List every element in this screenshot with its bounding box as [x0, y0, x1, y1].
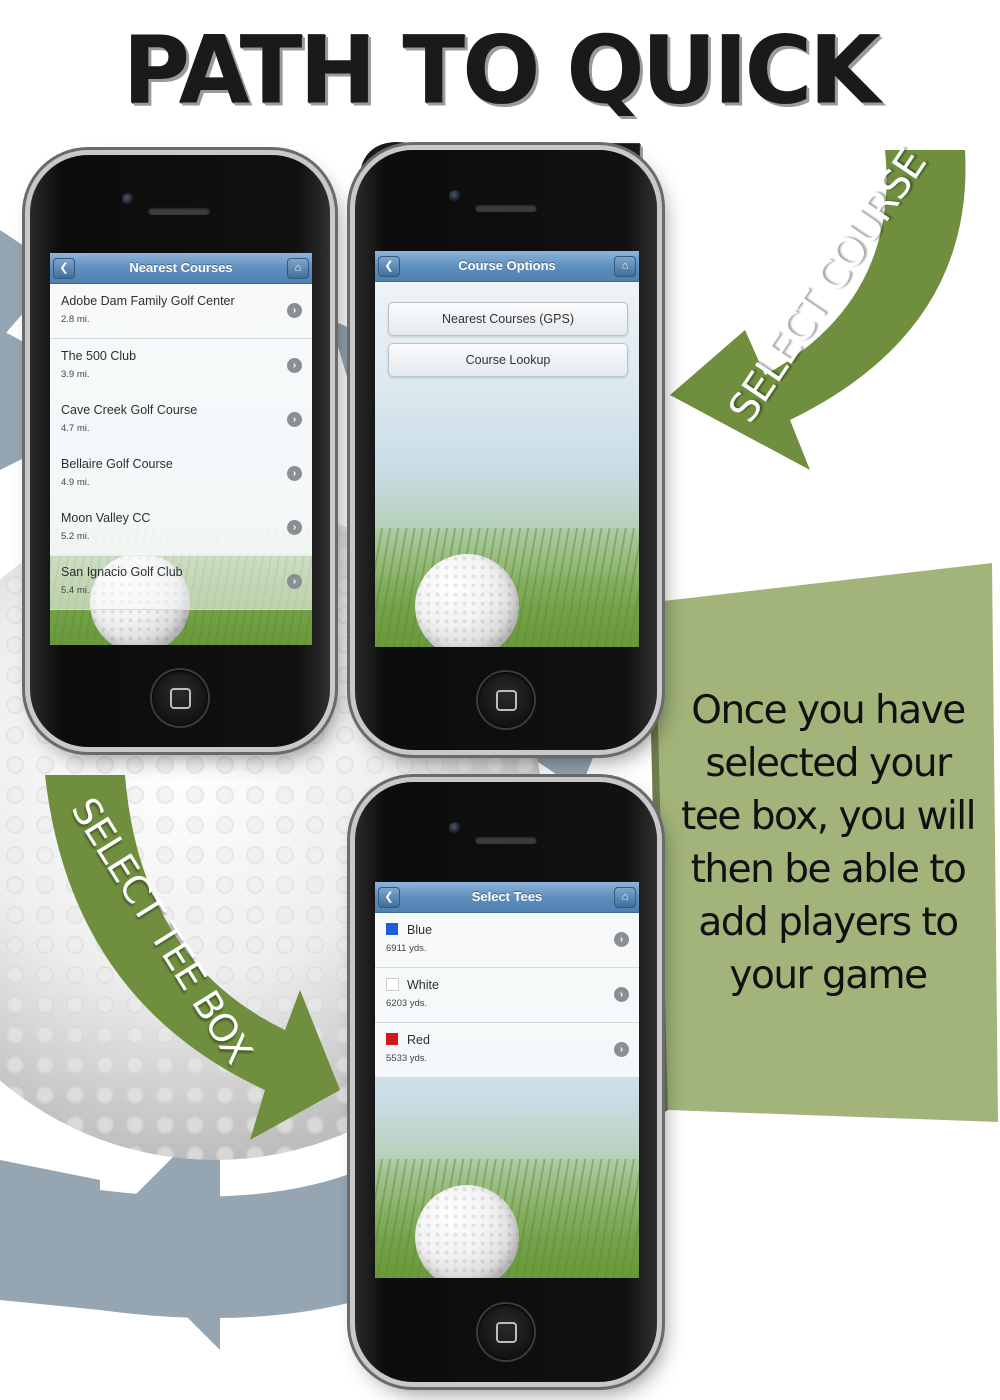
course-row[interactable]: Bellaire Golf Course 4.9 mi. › [50, 447, 312, 502]
home-icon[interactable]: ⌂ [614, 256, 636, 277]
tee-color-swatch [386, 978, 399, 991]
home-button[interactable] [152, 670, 208, 726]
tee-yardage: 6911 yds. [386, 943, 427, 954]
course-name: Cave Creek Golf Course [61, 403, 198, 417]
speaker-grille [475, 836, 537, 844]
callout-line: add players to [698, 900, 959, 945]
phone-nearest-courses: ❮ Nearest Courses ⌂ Adobe Dam Family Gol… [30, 155, 330, 747]
nearest-courses-gps-button[interactable]: Nearest Courses (GPS) [388, 302, 628, 336]
nav-title: Course Options [458, 258, 556, 273]
front-camera-icon [449, 190, 461, 202]
course-lookup-button[interactable]: Course Lookup [388, 343, 628, 377]
course-row[interactable]: Adobe Dam Family Golf Center 2.8 mi. › [50, 284, 312, 339]
nav-title: Select Tees [471, 889, 543, 904]
course-name: The 500 Club [61, 349, 137, 363]
home-icon[interactable]: ⌂ [614, 887, 636, 908]
screen-nearest-courses: ❮ Nearest Courses ⌂ Adobe Dam Family Gol… [50, 253, 312, 645]
course-distance: 5.4 mi. [61, 585, 90, 596]
screen-select-tees: ❮ Select Tees ⌂ Blue 6911 yds. › White 6… [375, 882, 639, 1278]
phone-course-options: ❮ Course Options ⌂ Nearest Courses (GPS)… [355, 150, 657, 750]
tee-color-swatch [386, 1033, 398, 1045]
nav-title: Nearest Courses [129, 260, 233, 275]
course-name: San Ignacio Golf Club [61, 565, 183, 579]
tee-yardage: 6203 yds. [386, 998, 428, 1009]
speaker-grille [148, 207, 210, 215]
phone-select-tees: ❮ Select Tees ⌂ Blue 6911 yds. › White 6… [355, 782, 657, 1382]
chevron-right-icon: › [287, 412, 302, 427]
chevron-right-icon: › [287, 574, 302, 589]
callout-line: tee box, you will [681, 794, 976, 839]
chevron-right-icon: › [614, 1042, 629, 1057]
callout-line: Once you have [691, 688, 966, 733]
tee-name: Blue [407, 923, 433, 937]
navbar: ❮ Nearest Courses ⌂ [50, 253, 312, 284]
course-distance: 4.9 mi. [61, 477, 90, 488]
tee-name: Red [407, 1033, 430, 1047]
chevron-right-icon: › [287, 466, 302, 481]
home-icon[interactable]: ⌂ [287, 258, 309, 279]
tee-color-swatch [386, 923, 398, 935]
bg-slate-arrow-bottom [0, 1160, 100, 1310]
speaker-grille [475, 204, 537, 212]
tee-row[interactable]: Blue 6911 yds. › [375, 913, 639, 968]
callout-line: then be able to [690, 847, 967, 892]
chevron-right-icon: › [614, 932, 629, 947]
tee-row[interactable]: Red 5533 yds. › [375, 1023, 639, 1078]
navbar: ❮ Select Tees ⌂ [375, 882, 639, 913]
navbar: ❮ Course Options ⌂ [375, 251, 639, 282]
course-row[interactable]: Cave Creek Golf Course 4.7 mi. › [50, 393, 312, 448]
course-distance: 2.8 mi. [61, 314, 90, 325]
chevron-right-icon: › [287, 520, 302, 535]
chevron-right-icon: › [287, 358, 302, 373]
home-button[interactable] [478, 672, 534, 728]
golf-ball-image [415, 554, 519, 647]
front-camera-icon [122, 193, 134, 205]
course-name: Adobe Dam Family Golf Center [61, 294, 235, 308]
screen-course-options: ❮ Course Options ⌂ Nearest Courses (GPS)… [375, 251, 639, 647]
tee-row[interactable]: White 6203 yds. › [375, 968, 639, 1023]
tee-yardage: 5533 yds. [386, 1053, 428, 1064]
course-distance: 4.7 mi. [61, 423, 90, 434]
callout-line: selected your [705, 741, 952, 786]
course-name: Moon Valley CC [61, 511, 151, 525]
course-distance: 3.9 mi. [61, 369, 90, 380]
chevron-right-icon: › [287, 303, 302, 318]
callout-text: Once you have selected your tee box, you… [668, 684, 988, 1002]
course-row[interactable]: The 500 Club 3.9 mi. › [50, 339, 312, 394]
home-button[interactable] [478, 1304, 534, 1360]
chevron-right-icon: › [614, 987, 629, 1002]
golf-ball-image [415, 1185, 519, 1278]
callout-line: your game [729, 953, 928, 998]
course-name: Bellaire Golf Course [61, 457, 173, 471]
course-distance: 5.2 mi. [61, 531, 90, 542]
front-camera-icon [449, 822, 461, 834]
tee-name: White [407, 978, 439, 992]
course-row[interactable]: San Ignacio Golf Club 5.4 mi. › [50, 555, 312, 610]
course-row[interactable]: Moon Valley CC 5.2 mi. › [50, 501, 312, 556]
